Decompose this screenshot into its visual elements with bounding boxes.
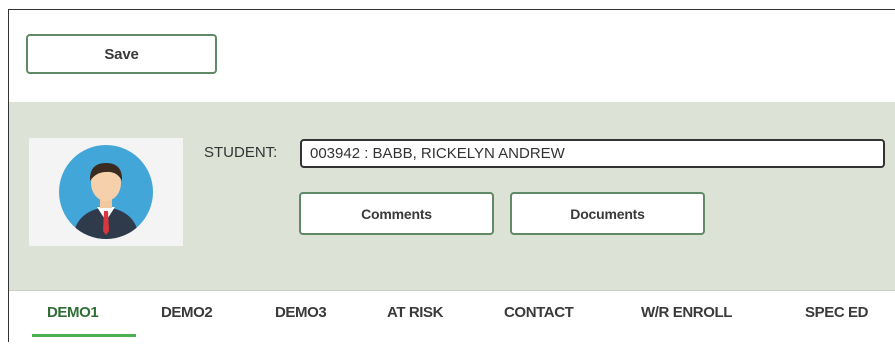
tab-contact[interactable]: CONTACT [504, 304, 574, 321]
tab-demo1[interactable]: DEMO1 [47, 304, 99, 321]
tab-wr-enroll[interactable]: W/R ENROLL [641, 304, 732, 321]
student-header-panel: STUDENT: Comments Documents [9, 102, 895, 290]
tab-demo3[interactable]: DEMO3 [275, 304, 327, 321]
documents-button[interactable]: Documents [510, 192, 705, 235]
toolbar: Save [9, 10, 895, 102]
student-label: STUDENT: [204, 144, 278, 161]
avatar [29, 138, 183, 246]
comments-button[interactable]: Comments [299, 192, 494, 235]
save-button[interactable]: Save [26, 34, 217, 74]
active-tab-indicator [32, 334, 136, 337]
tab-at-risk[interactable]: AT RISK [387, 304, 443, 321]
student-avatar-icon [59, 145, 153, 239]
app-frame: Save STUDENT: Comments Documents DEMO [8, 9, 895, 344]
tab-bar: DEMO1 DEMO2 DEMO3 AT RISK CONTACT W/R EN… [9, 290, 895, 344]
tab-demo2[interactable]: DEMO2 [161, 304, 213, 321]
tab-spec-ed[interactable]: SPEC ED [805, 304, 868, 321]
student-field[interactable] [300, 139, 885, 168]
